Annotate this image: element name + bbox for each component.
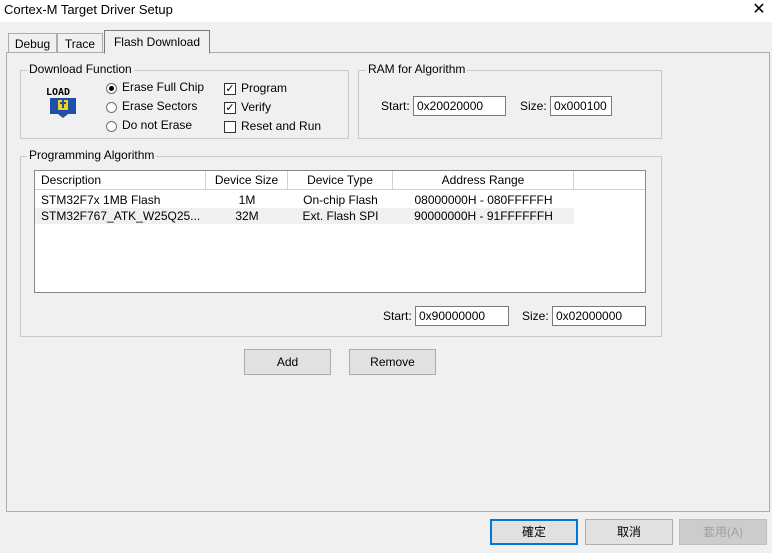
algorithm-list[interactable]: Description Device Size Device Type Addr…	[34, 170, 646, 293]
tab-label: Trace	[64, 37, 96, 51]
do-not-erase-label: Do not Erase	[122, 118, 193, 132]
row-description: STM32F7x 1MB Flash	[41, 193, 161, 207]
ram-for-algorithm-label: RAM for Algorithm	[366, 62, 468, 76]
apply-button[interactable]: 套用(A)	[679, 519, 767, 545]
tab-label: Flash Download	[113, 35, 201, 49]
erase-sectors-label: Erase Sectors	[122, 99, 198, 113]
algorithm-start-field[interactable]: 0x90000000	[415, 306, 509, 326]
row-device-size: 1M	[238, 193, 256, 207]
download-function-label: Download Function	[27, 62, 134, 76]
verify-label: Verify	[241, 100, 272, 114]
column-header-description[interactable]: Description	[35, 171, 206, 190]
verify-checkbox[interactable]: ✓	[224, 102, 236, 114]
ram-size-field[interactable]: 0x000100	[550, 96, 612, 116]
column-header-device-type[interactable]: Device Type	[288, 171, 393, 190]
reset-and-run-checkbox[interactable]	[224, 121, 236, 133]
tab-flash-download[interactable]: Flash Download	[104, 30, 210, 54]
program-checkbox[interactable]: ✓	[224, 83, 236, 95]
window-title: Cortex-M Target Driver Setup	[4, 2, 173, 17]
row-device-type: Ext. Flash SPI	[302, 209, 379, 223]
column-header-filler	[574, 171, 645, 190]
ok-button[interactable]: 確定	[490, 519, 578, 545]
table-row[interactable]: STM32F767_ATK_W25Q25... 32M Ext. Flash S…	[35, 208, 574, 224]
ram-start-label: Start:	[381, 99, 410, 113]
column-header-address-range[interactable]: Address Range	[393, 171, 574, 190]
remove-button[interactable]: Remove	[349, 349, 436, 375]
cancel-button[interactable]: 取消	[585, 519, 673, 545]
programming-algorithm-label: Programming Algorithm	[27, 148, 157, 162]
row-device-size: 32M	[235, 209, 259, 223]
tab-label: Debug	[14, 37, 51, 51]
tab-debug[interactable]: Debug	[8, 33, 57, 53]
algorithm-start-label: Start:	[383, 309, 412, 323]
load-icon: LOAD	[46, 87, 80, 119]
tab-trace[interactable]: Trace	[57, 33, 103, 53]
row-description: STM32F767_ATK_W25Q25...	[41, 209, 201, 223]
ram-size-label: Size:	[520, 99, 547, 113]
row-address-range: 90000000H - 91FFFFFFH	[414, 209, 553, 223]
do-not-erase-radio[interactable]	[106, 121, 117, 132]
row-device-type: On-chip Flash	[303, 193, 378, 207]
add-button[interactable]: Add	[244, 349, 331, 375]
erase-full-chip-radio[interactable]	[106, 83, 117, 94]
column-header-device-size[interactable]: Device Size	[206, 171, 288, 190]
erase-sectors-radio[interactable]	[106, 102, 117, 113]
erase-full-chip-label: Erase Full Chip	[122, 80, 205, 94]
program-label: Program	[241, 81, 288, 95]
title-bar: Cortex-M Target Driver Setup ✕	[0, 0, 777, 22]
reset-and-run-label: Reset and Run	[241, 119, 322, 133]
row-address-range: 08000000H - 080FFFFFH	[414, 193, 553, 207]
close-icon[interactable]: ✕	[749, 0, 769, 20]
window-edge	[772, 22, 777, 553]
ram-start-field[interactable]: 0x20020000	[413, 96, 506, 116]
algorithm-size-field[interactable]: 0x02000000	[552, 306, 646, 326]
algorithm-size-label: Size:	[522, 309, 549, 323]
table-row[interactable]: STM32F7x 1MB Flash 1M On-chip Flash 0800…	[35, 192, 574, 208]
